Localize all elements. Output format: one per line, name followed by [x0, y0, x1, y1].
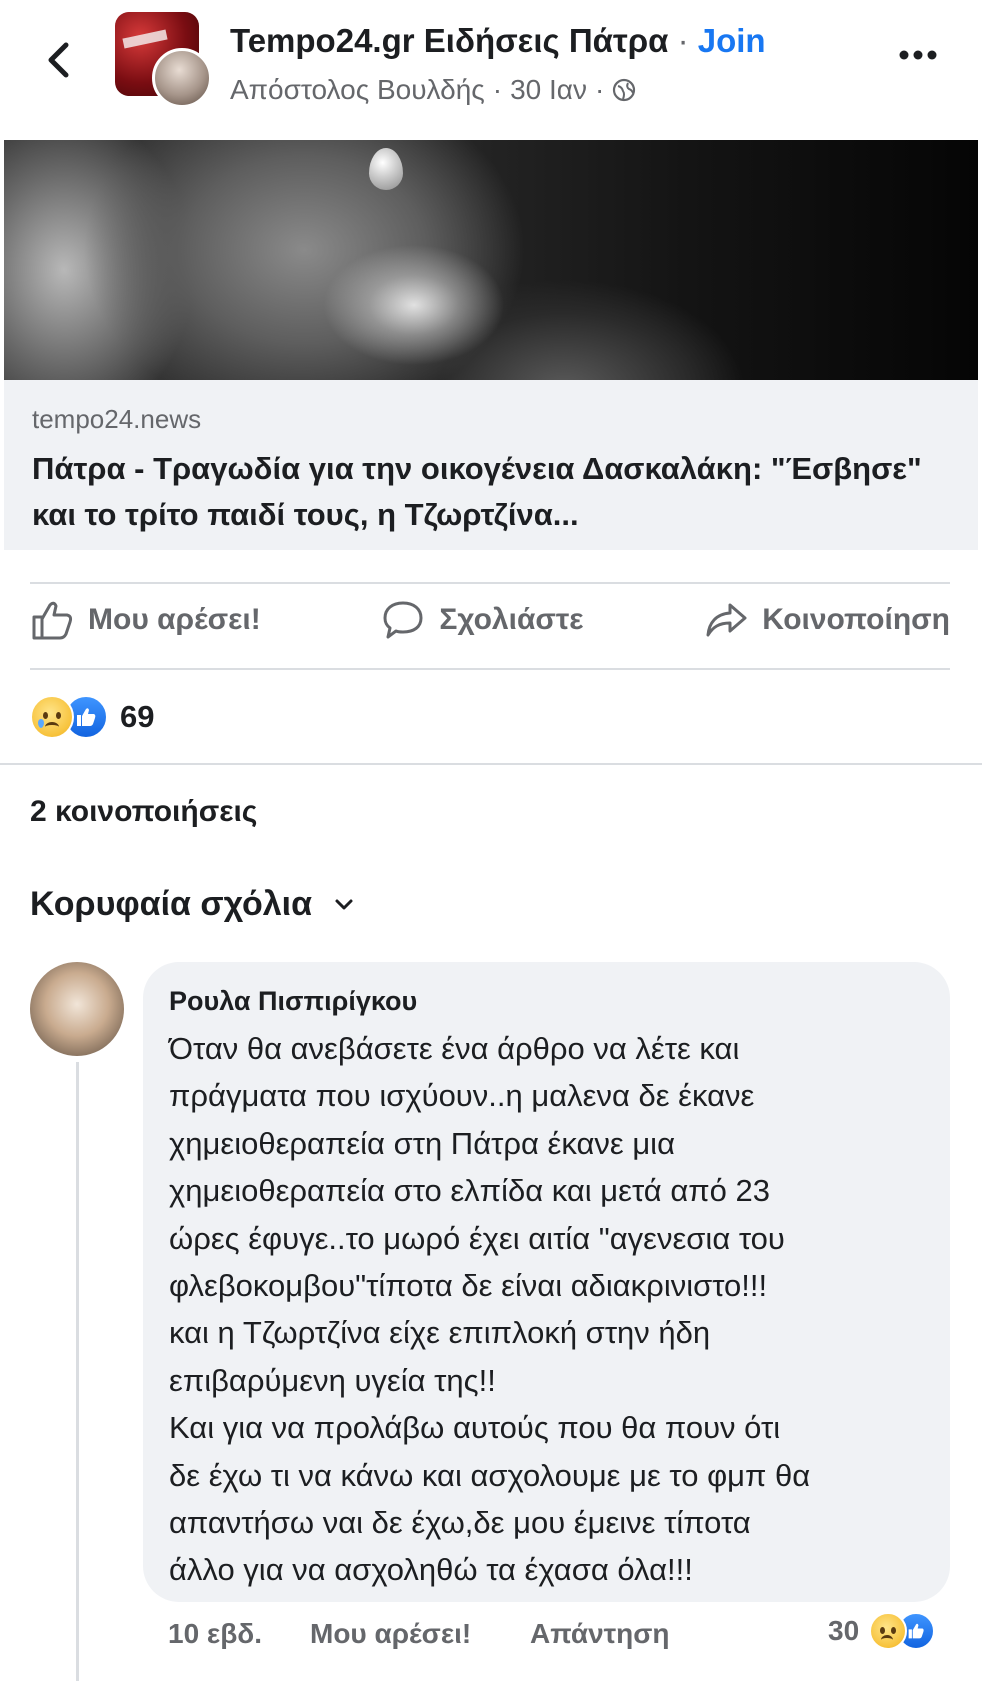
link-preview-image[interactable] — [4, 140, 978, 380]
shares-count[interactable]: 2 κοινοποιήσεις — [30, 795, 257, 829]
comment-like-button[interactable]: Μου αρέσει! — [310, 1618, 471, 1650]
author-avatar[interactable] — [152, 48, 212, 108]
facebook-post-view: Tempo24.gr Ειδήσεις Πάτρα · Join Απόστολ… — [0, 0, 982, 1681]
comment-line: άλλο για να ασχοληθώ τα έχασα όλα!!! — [169, 1552, 693, 1588]
globe-icon — [613, 78, 636, 102]
thumbs-up-icon — [32, 601, 73, 640]
like-label: Μου αρέσει! — [88, 603, 261, 636]
sad-reaction-icon — [869, 1612, 908, 1650]
comment-text: Όταν θα ανεβάσετε ένα άρθρο να λέτε και … — [169, 1025, 939, 1594]
post-actions-bar: Μου αρέσει! Σχολιάστε Κοινοποίηση — [30, 585, 950, 655]
comment-line: και η Τζωρτζίνα είχε επιπλοκή στην ήδη — [169, 1315, 711, 1351]
group-name[interactable]: Tempo24.gr Ειδήσεις Πάτρα — [230, 22, 668, 59]
link-title: Πάτρα - Τραγωδία για την οικογένεια Δασκ… — [32, 451, 922, 532]
comment-meta: 10 εβδ. Μου αρέσει! Απάντηση 30 — [168, 1612, 958, 1656]
more-options-button[interactable] — [893, 40, 943, 70]
meta-dot-2: · — [594, 74, 605, 105]
comment-reactions[interactable]: 30 — [828, 1612, 936, 1650]
chevron-left-icon — [48, 42, 69, 78]
post-author[interactable]: Απόστολος Βουλδής — [230, 74, 485, 106]
reactions-divider — [0, 763, 982, 765]
more-horizontal-icon — [899, 50, 937, 60]
comment-line: Και για να προλάβω αυτούς που θα πουν ότ… — [169, 1410, 781, 1446]
post-header: Tempo24.gr Ειδήσεις Πάτρα · Join Απόστολ… — [0, 0, 982, 130]
comment-line: δε έχω τι να κάνω και ασχολουμε με το φμ… — [169, 1457, 811, 1493]
join-button[interactable]: Join — [698, 22, 766, 59]
comments-sort-dropdown[interactable]: Κορυφαία σχόλια — [30, 885, 354, 924]
comment-line: χημειοθεραπεία στο ελπίδα και μετά από 2… — [169, 1173, 770, 1209]
chevron-down-icon — [335, 899, 353, 909]
share-label: Κοινοποίηση — [762, 603, 950, 636]
reactions-summary[interactable]: 69 — [30, 695, 154, 739]
sad-reaction-icon — [30, 695, 74, 739]
comment-thread-line — [76, 1062, 79, 1681]
comment-button[interactable]: Σχολιάστε — [381, 599, 584, 641]
header-title-line: Tempo24.gr Ειδήσεις Πάτρα · Join — [230, 22, 766, 60]
title-separator: · — [668, 22, 698, 59]
commenter-avatar[interactable] — [30, 962, 124, 1056]
link-domain: tempo24.news — [32, 404, 202, 434]
post-date[interactable]: 30 Ιαν — [510, 74, 587, 106]
meta-dot: · — [492, 74, 503, 105]
reaction-count: 69 — [120, 699, 155, 734]
comment-label: Σχολιάστε — [439, 603, 584, 636]
header-subtitle: Απόστολος Βουλδής · 30 Ιαν · — [230, 74, 636, 106]
like-button[interactable]: Μου αρέσει! — [30, 599, 261, 641]
comment-line: πράγματα που ισχύουν..η μαλενα δε έκανε — [169, 1078, 755, 1114]
comment-line: επιβαρύμενη υγεία της!! — [169, 1362, 496, 1398]
comment-line: φλεβοκομβου"τίποτα δε είναι αδιακρινιστο… — [169, 1268, 768, 1304]
share-button[interactable]: Κοινοποίηση — [704, 599, 950, 641]
comment-line: ώρες έφυγε..το μωρό έχει αιτία "αγενεσια… — [169, 1220, 785, 1256]
comment-line: Όταν θα ανεβάσετε ένα άρθρο να λέτε και — [169, 1031, 740, 1066]
comment-reaction-count: 30 — [828, 1615, 860, 1646]
commenter-name[interactable]: Ρουλα Πισπιρίγκου — [169, 986, 417, 1017]
comment-line: απαντήσω ναι δε έχω,δε μου έμεινε τίποτα — [169, 1505, 751, 1541]
comments-sort-label: Κορυφαία σχόλια — [30, 885, 313, 923]
comment-reply-button[interactable]: Απάντηση — [530, 1618, 670, 1650]
link-preview-meta[interactable]: tempo24.news Πάτρα - Τραγωδία για την οι… — [4, 380, 978, 550]
comment-bubble: Ρουλα Πισπιρίγκου Όταν θα ανεβάσετε ένα … — [143, 962, 950, 1602]
comment-time[interactable]: 10 εβδ. — [168, 1618, 262, 1650]
share-arrow-icon — [706, 603, 747, 637]
back-button[interactable] — [38, 38, 78, 82]
actions-top-divider — [30, 582, 950, 584]
actions-bottom-divider — [30, 668, 950, 670]
comment-line: χημειοθεραπεία στη Πάτρα έκανε μια — [169, 1125, 675, 1161]
comment-bubble-icon — [383, 601, 423, 639]
